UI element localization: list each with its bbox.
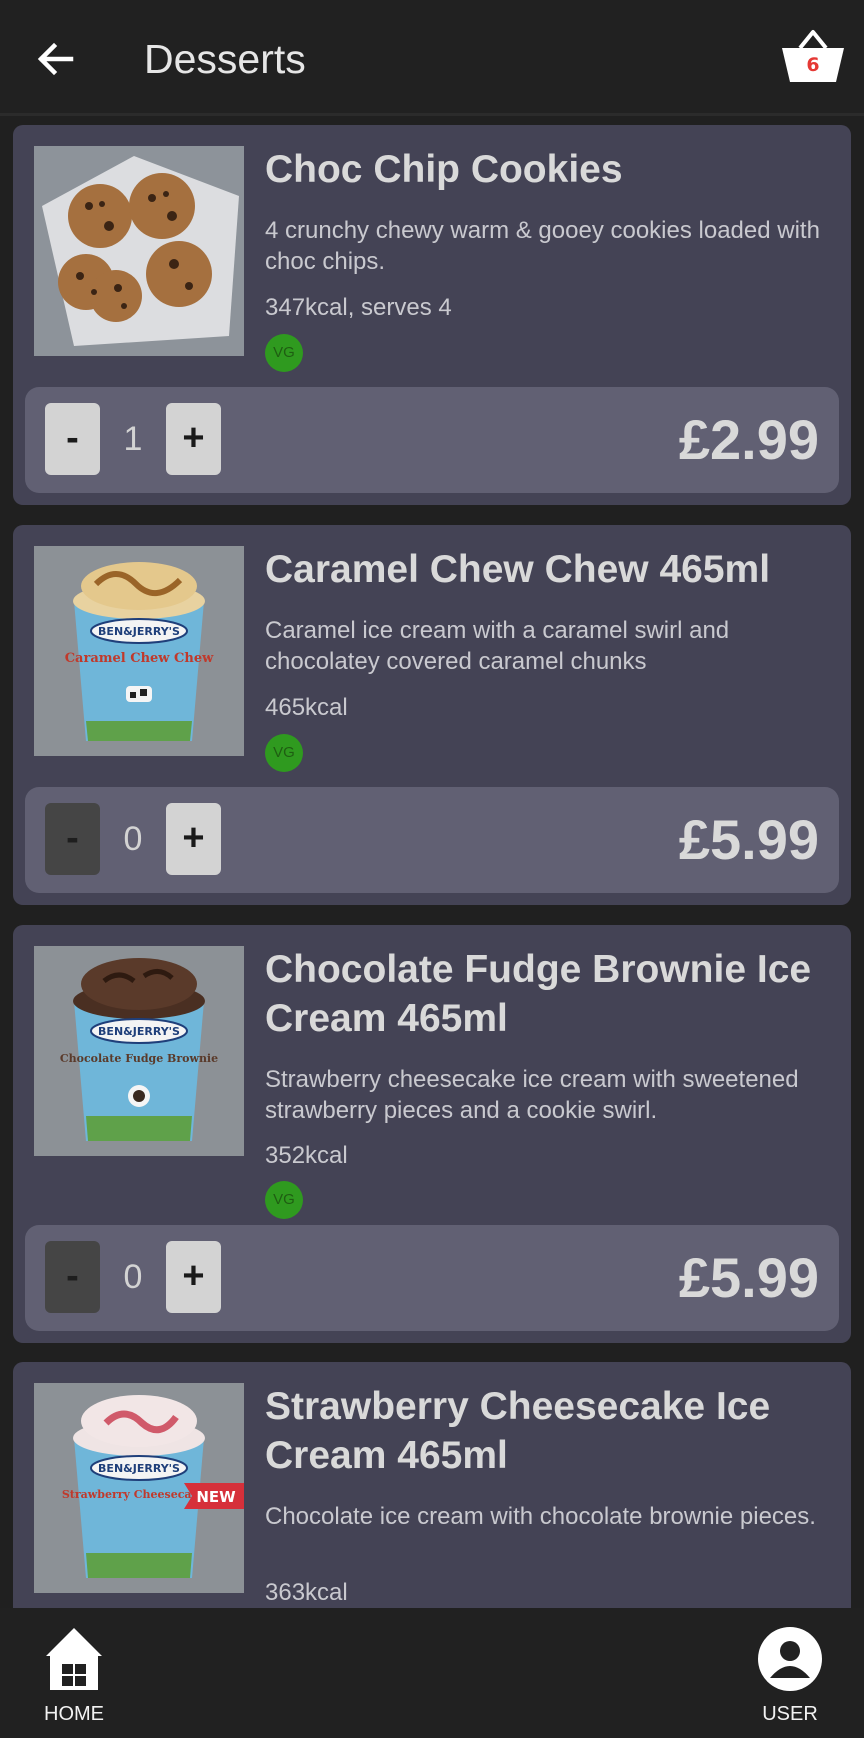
product-name: Choc Chip Cookies — [265, 148, 623, 191]
product-image: BEN&JERRY'S Caramel Chew Chew — [34, 546, 244, 756]
product-kcal: 363kcal — [265, 1579, 348, 1606]
quantity-value: 1 — [123, 420, 143, 458]
vg-badge: VG — [265, 734, 303, 772]
product-list[interactable]: Choc Chip Cookies 4 crunchy chewy warm &… — [0, 118, 864, 1608]
nav-user[interactable]: USER — [735, 1626, 845, 1726]
quantity-value: 0 — [123, 1258, 143, 1296]
ice-cream-tub-photo: BEN&JERRY'S Chocolate Fudge Brownie — [34, 946, 244, 1156]
product-card: BEN&JERRY'S Chocolate Fudge Brownie Choc… — [13, 925, 851, 1343]
nav-home[interactable]: HOME — [19, 1626, 129, 1726]
cookies-photo — [34, 146, 244, 356]
ice-cream-tub-photo: BEN&JERRY'S Caramel Chew Chew — [34, 546, 244, 756]
vg-badge: VG — [265, 1181, 303, 1219]
back-button[interactable] — [30, 34, 80, 84]
vg-badge: VG — [265, 334, 303, 372]
product-card: BEN&JERRY'S Caramel Chew Chew Caramel Ch… — [13, 525, 851, 905]
tub-brand: BEN&JERRY'S — [98, 1025, 180, 1038]
product-image — [34, 146, 244, 356]
decrease-quantity-button[interactable]: - — [45, 1241, 100, 1313]
page-title: Desserts — [144, 36, 306, 82]
tub-flavour: Strawberry Cheesecake — [62, 1488, 206, 1501]
quantity-bar: - 1 + £2.99 — [25, 387, 839, 493]
product-kcal: 352kcal — [265, 1142, 348, 1169]
tub-brand: BEN&JERRY'S — [98, 1462, 180, 1475]
tub-brand: BEN&JERRY'S — [98, 625, 180, 638]
product-description: Caramel ice cream with a caramel swirl a… — [265, 617, 730, 675]
nav-home-label: HOME — [44, 1703, 104, 1725]
product-description: Strawberry cheesecake ice cream with swe… — [265, 1066, 799, 1124]
arrow-left-icon — [37, 42, 74, 76]
nav-user-label: USER — [762, 1703, 818, 1725]
ice-cream-tub-photo: BEN&JERRY'S Strawberry Cheesecake NEW — [34, 1383, 244, 1593]
user-icon — [758, 1627, 822, 1691]
new-label: NEW — [196, 1488, 236, 1506]
product-card: Choc Chip Cookies 4 crunchy chewy warm &… — [13, 125, 851, 505]
quantity-bar: - 0 + £5.99 — [25, 787, 839, 893]
product-image: BEN&JERRY'S Chocolate Fudge Brownie — [34, 946, 244, 1156]
product-name: Chocolate Fudge Brownie Ice Cream 465ml — [265, 948, 812, 1040]
product-kcal: 347kcal, serves 4 — [265, 294, 452, 321]
product-description: Chocolate ice cream with chocolate brown… — [265, 1503, 816, 1530]
product-description: 4 crunchy chewy warm & gooey cookies loa… — [265, 217, 820, 275]
product-kcal: 465kcal — [265, 694, 348, 721]
product-price: £5.99 — [678, 808, 819, 871]
product-card: BEN&JERRY'S Strawberry Cheesecake NEW St… — [13, 1362, 851, 1608]
product-name: Strawberry Cheesecake Ice Cream 465ml — [265, 1385, 771, 1477]
quantity-value: 0 — [123, 820, 143, 858]
product-price: £5.99 — [678, 1246, 819, 1309]
decrease-quantity-button[interactable]: - — [45, 803, 100, 875]
product-price: £2.99 — [678, 408, 819, 471]
decrease-quantity-button[interactable]: - — [45, 403, 100, 475]
basket-button[interactable]: 6 — [778, 24, 848, 94]
tub-flavour: Chocolate Fudge Brownie — [60, 1052, 218, 1065]
increase-quantity-button[interactable]: + — [166, 403, 221, 475]
app-header: Desserts 6 — [0, 0, 864, 116]
quantity-bar: - 0 + £5.99 — [25, 1225, 839, 1331]
product-name: Caramel Chew Chew 465ml — [265, 548, 771, 591]
tub-flavour: Caramel Chew Chew — [65, 651, 214, 666]
home-icon — [46, 1628, 102, 1690]
increase-quantity-button[interactable]: + — [166, 1241, 221, 1313]
bottom-nav: HOME USER — [0, 1608, 864, 1738]
product-image: BEN&JERRY'S Strawberry Cheesecake NEW — [34, 1383, 244, 1593]
basket-count-badge: 6 — [806, 54, 820, 76]
increase-quantity-button[interactable]: + — [166, 803, 221, 875]
